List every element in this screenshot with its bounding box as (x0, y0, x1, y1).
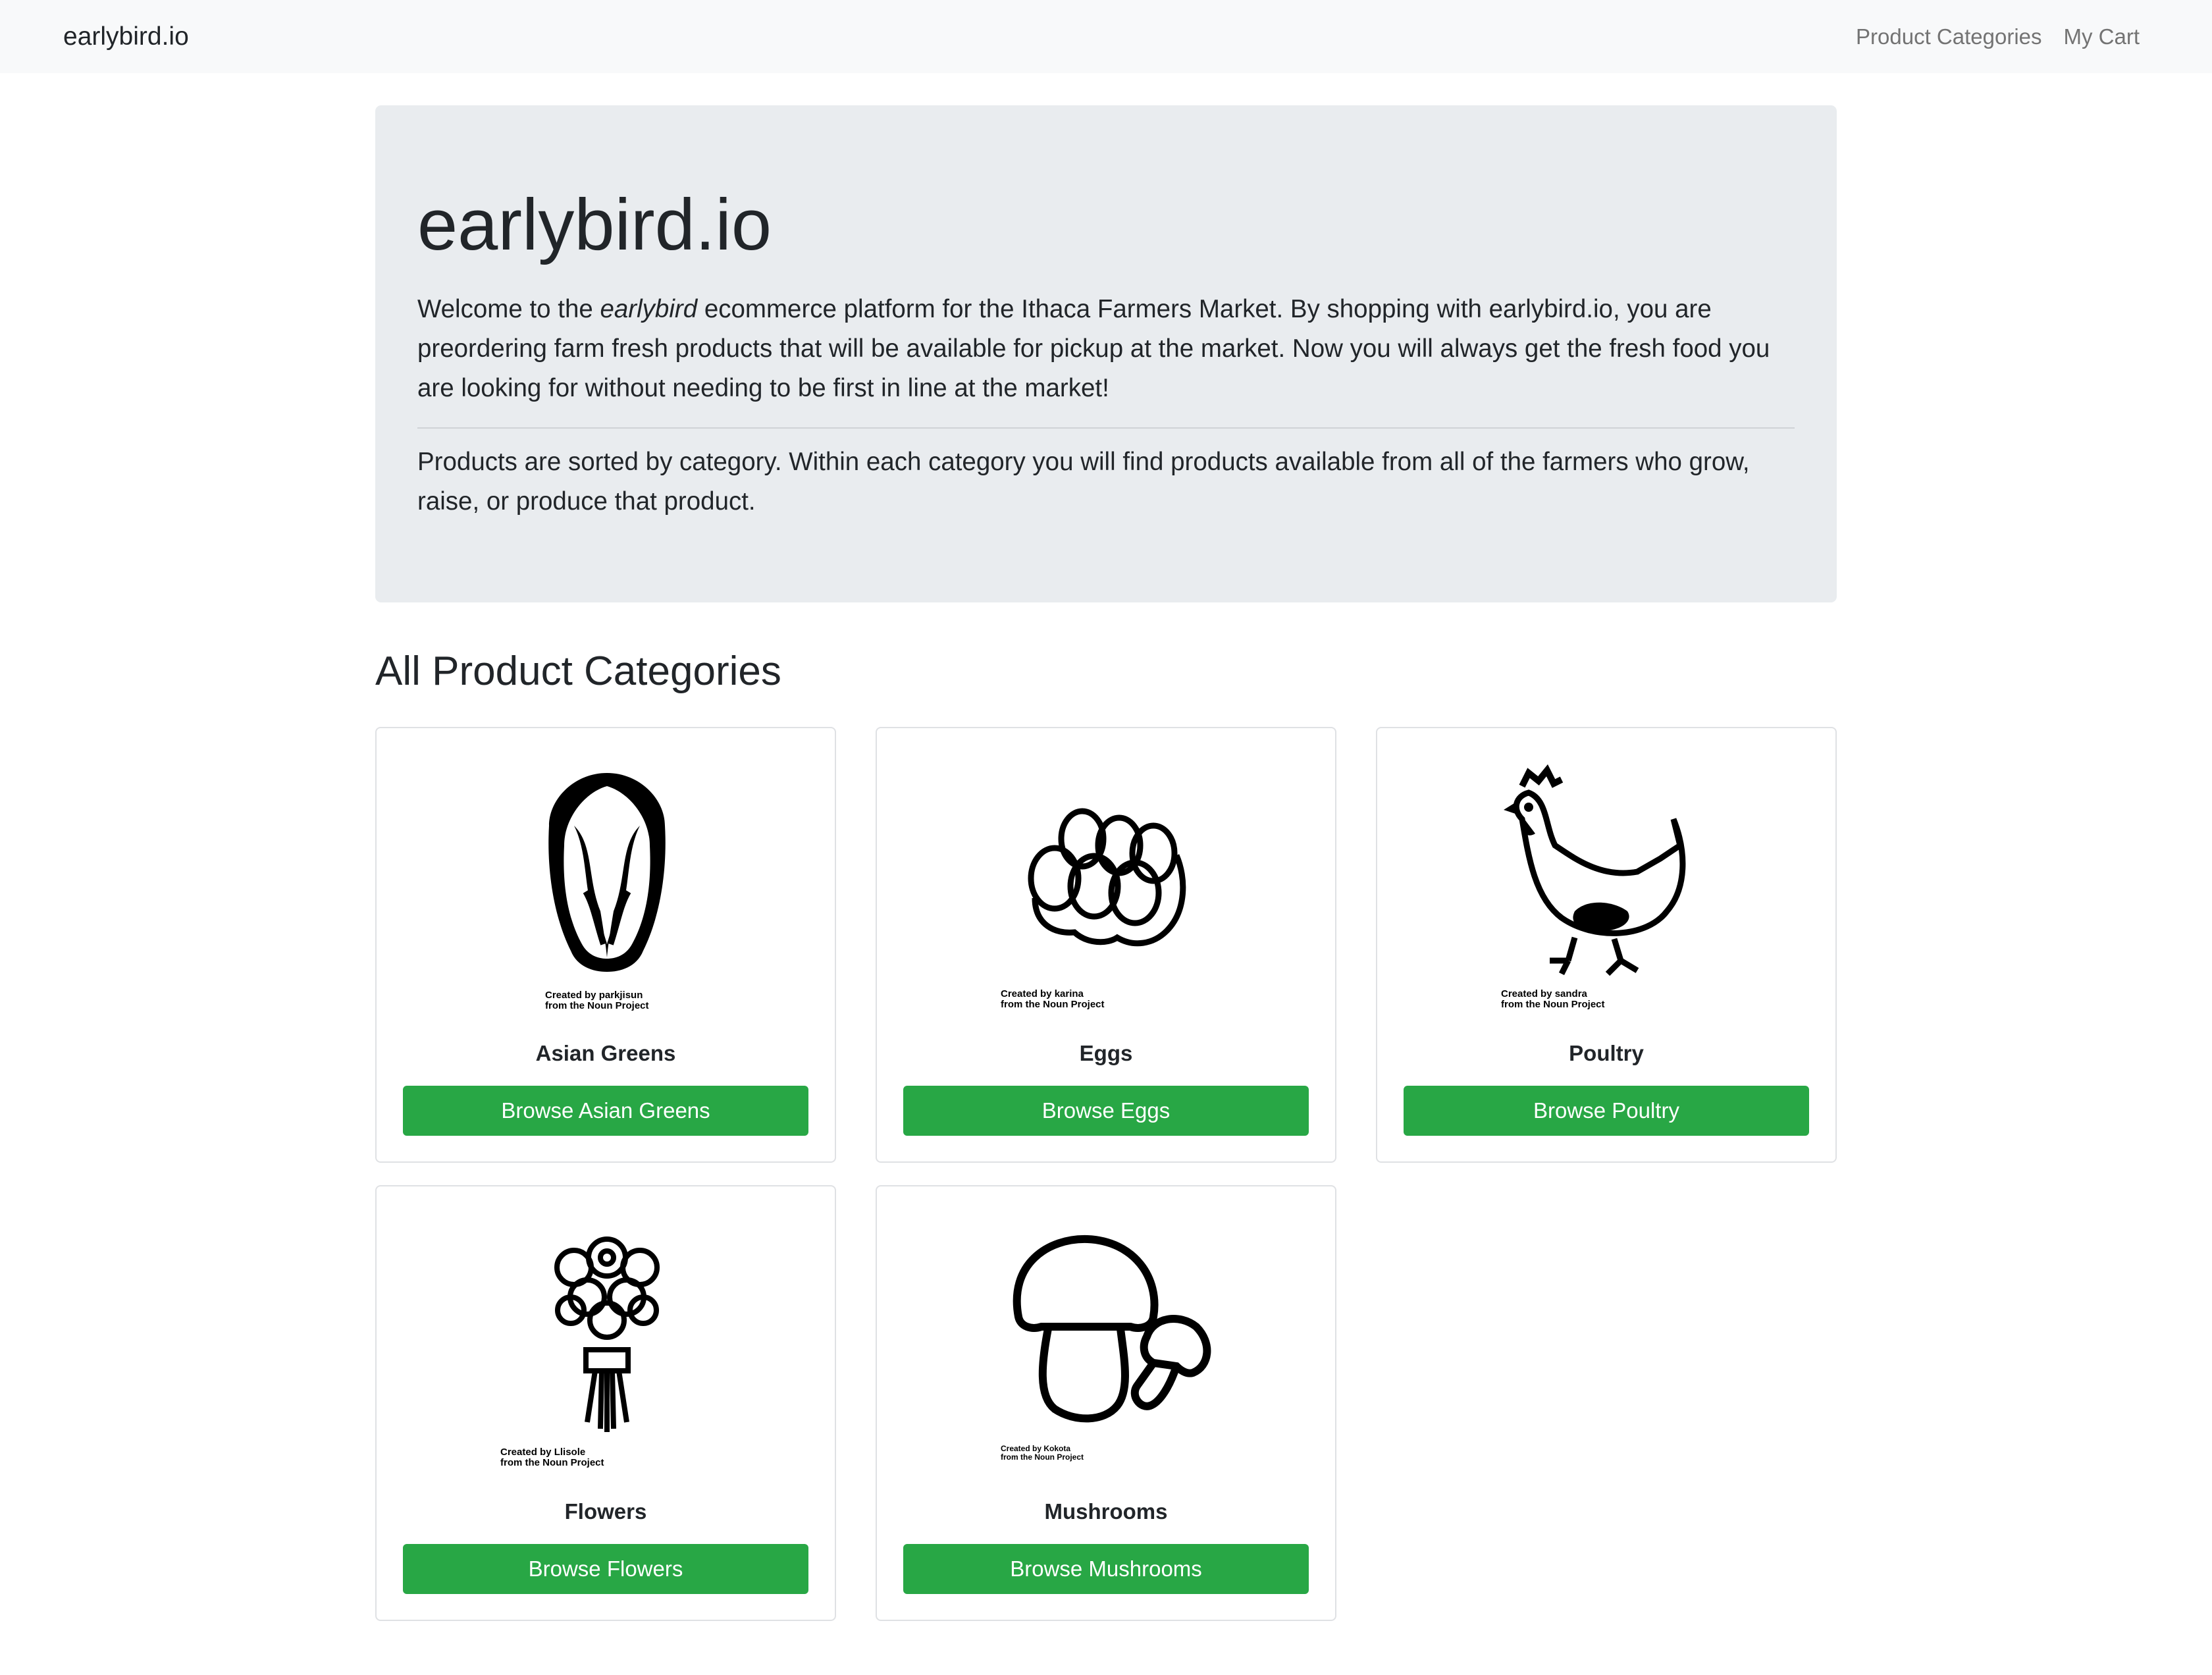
category-title: Eggs (1079, 1041, 1133, 1065)
chicken-icon (1504, 764, 1686, 976)
brand-link[interactable]: earlybird.io (63, 22, 189, 51)
icon-credit: Created by Kokota from the Noun Project (1001, 1445, 1084, 1462)
credit-line-1: Created by parkjisun (545, 990, 643, 1001)
welcome-text-emphasis: earlybird (600, 295, 698, 323)
category-title: Asian Greens (535, 1041, 676, 1065)
icon-credit: Created by parkjisun from the Noun Proje… (545, 990, 649, 1011)
welcome-text-pre: Welcome to the (417, 295, 600, 323)
browse-poultry-button[interactable]: Browse Poultry (1404, 1086, 1809, 1136)
category-card-mushrooms: Created by Kokota from the Noun Project … (876, 1185, 1336, 1621)
jumbotron-title: earlybird.io (417, 184, 772, 265)
credit-line-1: Created by sandra (1501, 988, 1587, 999)
credit-line-2: from the Noun Project (545, 1000, 649, 1011)
mushroom-icon (1013, 1235, 1211, 1423)
icon-credit: Created by Llisole from the Noun Project (500, 1447, 604, 1468)
category-title: Mushrooms (1044, 1499, 1168, 1524)
cabbage-icon (548, 773, 666, 972)
jumbotron: earlybird.io Welcome to the earlybird ec… (375, 105, 1837, 602)
credit-line-2: from the Noun Project (1001, 999, 1105, 1010)
browse-mushrooms-button[interactable]: Browse Mushrooms (903, 1544, 1309, 1594)
category-card-poultry: Created by sandra from the Noun Project … (1376, 727, 1837, 1163)
category-info-text: Products are sorted by category. Within … (417, 448, 1750, 516)
icon-credit: Created by karina from the Noun Project (1001, 989, 1105, 1010)
browse-asian-greens-button[interactable]: Browse Asian Greens (403, 1086, 808, 1136)
welcome-text: Welcome to the earlybird ecommerce platf… (417, 290, 1797, 408)
nav-link-product-categories[interactable]: Product Categories (1856, 24, 2041, 50)
divider (417, 427, 1795, 429)
category-card-asian-greens: Created by parkjisun from the Noun Proje… (375, 727, 836, 1163)
category-card-flowers: Created by Llisole from the Noun Project… (375, 1185, 836, 1621)
navbar: earlybird.io Product Categories My Cart (0, 0, 2212, 73)
browse-flowers-button[interactable]: Browse Flowers (403, 1544, 808, 1594)
category-title: Poultry (1569, 1041, 1644, 1065)
nav-links: Product Categories My Cart (1856, 24, 2140, 50)
category-title: Flowers (564, 1499, 647, 1524)
browse-eggs-button[interactable]: Browse Eggs (903, 1086, 1309, 1136)
flowers-icon (554, 1236, 660, 1432)
credit-line-1: Created by karina (1001, 988, 1084, 999)
credit-line-2: from the Noun Project (500, 1457, 604, 1468)
credit-line-1: Created by Llisole (500, 1447, 586, 1458)
nav-link-my-cart[interactable]: My Cart (2064, 24, 2140, 50)
eggs-icon (1028, 808, 1186, 947)
category-card-eggs: Created by karina from the Noun Project … (876, 727, 1336, 1163)
section-title: All Product Categories (375, 649, 781, 694)
icon-credit: Created by sandra from the Noun Project (1501, 989, 1605, 1010)
credit-line-2: from the Noun Project (1501, 999, 1605, 1010)
credit-line-2: from the Noun Project (1001, 1452, 1084, 1462)
